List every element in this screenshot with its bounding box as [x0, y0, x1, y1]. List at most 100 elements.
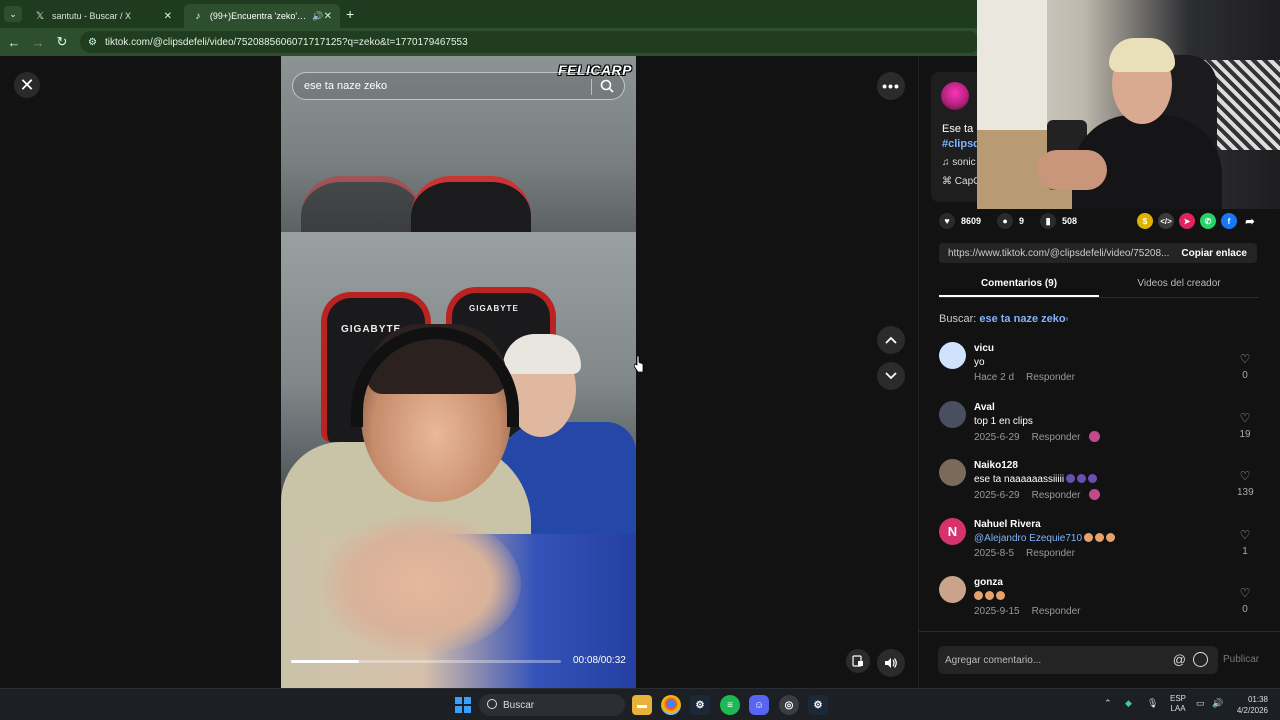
close-video-button[interactable]: ✕ — [14, 72, 40, 98]
commenter-name[interactable]: Naiko128 — [974, 460, 1018, 471]
more-options-button[interactable]: ••• — [877, 72, 905, 100]
video-progress-bar[interactable] — [291, 660, 561, 663]
close-tab-icon[interactable]: ✕ — [324, 11, 332, 22]
whatsapp-icon[interactable]: ✆ — [1200, 213, 1216, 229]
heart-outline-icon: ♡ — [1239, 411, 1251, 425]
comment-mention[interactable]: @Alejandro Ezequie710 — [974, 533, 1082, 544]
webcam-person-hair — [1109, 38, 1175, 72]
chrome-icon[interactable] — [661, 695, 681, 715]
comment-meta: 2025-6-29 Responder — [974, 489, 1100, 501]
search-icon[interactable] — [600, 79, 614, 93]
coin-icon[interactable]: $ — [1137, 213, 1153, 229]
comment-text: top 1 en clips — [974, 416, 1033, 427]
language-indicator[interactable]: ESP LAA — [1170, 694, 1186, 714]
comment-date: Hace 2 d — [974, 372, 1015, 383]
new-tab-button[interactable]: + — [346, 6, 354, 22]
reply-button[interactable]: Responder — [1032, 490, 1081, 501]
comment-like-count: 19 — [1239, 429, 1251, 440]
send-icon[interactable]: ➤ — [1179, 213, 1195, 229]
capcut-row[interactable]: ⌘ CapC — [942, 176, 980, 187]
reply-button[interactable]: Responder — [1026, 372, 1075, 383]
copy-link-button[interactable]: Copiar enlace — [1181, 248, 1257, 259]
speaker-icon[interactable]: 🔊 — [312, 11, 323, 22]
volume-button[interactable] — [877, 649, 905, 677]
previous-video-button[interactable] — [877, 326, 905, 354]
creator-avatar[interactable] — [941, 82, 969, 110]
reply-button[interactable]: Responder — [1026, 548, 1075, 559]
comment-meta: 2025-9-15 Responder — [974, 606, 1081, 617]
commenter-name[interactable]: Nahuel Rivera — [974, 519, 1041, 530]
tab-creator-videos[interactable]: Videos del creador — [1099, 274, 1259, 297]
chevron-up-icon[interactable]: ⌃ — [1104, 698, 1112, 709]
commenter-name[interactable]: gonza — [974, 577, 1003, 588]
commenter-avatar[interactable]: N — [939, 518, 966, 545]
app-with-notification-icon[interactable]: ◎ — [779, 695, 799, 715]
emoji-icon — [985, 591, 994, 600]
facebook-icon[interactable]: f — [1221, 213, 1237, 229]
browser-tab-tiktok[interactable]: ♪ (99+)Encuentra 'zeko' en TikTok 🔊 ✕ — [184, 4, 340, 28]
windows-start-icon[interactable] — [455, 697, 471, 713]
heart-icon[interactable]: ♥ — [939, 213, 955, 229]
reply-button[interactable]: Responder — [1032, 432, 1081, 443]
music-row[interactable]: ♫ sonic — [942, 157, 976, 168]
comment-date: 2025-6-29 — [974, 432, 1020, 443]
file-explorer-icon[interactable]: ▬ — [632, 695, 652, 715]
site-info-icon[interactable]: ⚙ — [88, 37, 97, 48]
share-arrow-icon[interactable]: ➦ — [1242, 213, 1258, 229]
publish-button[interactable]: Publicar — [1223, 654, 1259, 665]
forward-button[interactable]: → — [30, 34, 46, 50]
url-field[interactable]: ⚙ tiktok.com/@clipsdefeli/video/75208856… — [80, 31, 980, 53]
video-link-url[interactable]: https://www.tiktok.com/@clipsdefeli/vide… — [939, 248, 1171, 259]
capcut-icon: ⌘ — [942, 176, 955, 187]
close-tab-icon[interactable]: ✕ — [164, 11, 172, 22]
emoji-icon — [1095, 533, 1105, 542]
volume-icon — [885, 658, 897, 668]
browser-tab-x[interactable]: 𝕏 santutu - Buscar / X ✕ — [26, 4, 180, 28]
video-search-bar[interactable]: ese ta naze zeko — [292, 72, 625, 100]
network-icon[interactable]: ▭ — [1196, 698, 1205, 709]
tab-search-menu-button[interactable]: ⌄ — [4, 6, 22, 22]
comment-like[interactable]: ♡ 0 — [1237, 584, 1253, 615]
spotify-icon[interactable]: ≡ — [720, 695, 740, 715]
commenter-avatar[interactable] — [939, 576, 966, 603]
microphone-icon[interactable]: 🎙 — [1147, 698, 1158, 709]
back-button[interactable]: ← — [6, 34, 22, 50]
comment-like[interactable]: ♡ 19 — [1237, 409, 1253, 440]
comment-like[interactable]: ♡ 1 — [1237, 526, 1253, 557]
reply-button[interactable]: Responder — [1032, 606, 1081, 617]
blurred-face — [321, 514, 521, 654]
emoji-picker-icon[interactable] — [1193, 652, 1208, 667]
comment-like[interactable]: ♡ 0 — [1237, 350, 1253, 381]
comment-like[interactable]: ♡ 139 — [1237, 467, 1254, 498]
video-link-box: https://www.tiktok.com/@clipsdefeli/vide… — [939, 243, 1257, 263]
mention-icon[interactable]: @ — [1173, 652, 1186, 667]
comment-input[interactable]: Agregar comentario... @ — [938, 646, 1218, 674]
shield-icon[interactable]: ◆ — [1125, 698, 1132, 709]
commenter-avatar[interactable] — [939, 459, 966, 486]
embed-icon[interactable]: </> — [1158, 213, 1174, 229]
commenter-name[interactable]: vicu — [974, 343, 994, 354]
steam-icon[interactable]: ⚙ — [690, 695, 710, 715]
engagement-stats: ♥ 8609 ● 9 ▮ 508 — [939, 212, 1077, 230]
taskbar-search[interactable]: Buscar — [479, 694, 625, 716]
comment-meta: 2025-6-29 Responder — [974, 431, 1100, 443]
pip-icon — [852, 655, 863, 667]
picture-in-picture-button[interactable] — [846, 649, 870, 673]
tab-comments[interactable]: Comentarios (9) — [939, 274, 1099, 297]
search-query-link[interactable]: ese ta naze zeko — [979, 313, 1065, 325]
steam-icon[interactable]: ⚙ — [808, 695, 828, 715]
speaker-icon[interactable]: 🔊 — [1212, 698, 1223, 709]
commenter-name[interactable]: Aval — [974, 402, 995, 413]
comment-icon[interactable]: ● — [997, 213, 1014, 229]
commenter-avatar[interactable] — [939, 342, 966, 369]
video-player[interactable]: GIGABYTE GIGABYTE FELICARP ese ta naze z… — [281, 56, 636, 688]
discord-icon[interactable]: ☺ — [749, 695, 769, 715]
reload-button[interactable]: ↻ — [54, 34, 70, 50]
webcam-overlay — [977, 0, 1280, 209]
video-time: 00:08/00:32 — [573, 655, 626, 666]
bookmark-icon[interactable]: ▮ — [1040, 213, 1057, 229]
next-video-button[interactable] — [877, 362, 905, 390]
taskbar-clock[interactable]: 01:38 4/2/2026 — [1232, 694, 1268, 716]
hashtag-link[interactable]: #clipsd — [942, 138, 980, 150]
commenter-avatar[interactable] — [939, 401, 966, 428]
